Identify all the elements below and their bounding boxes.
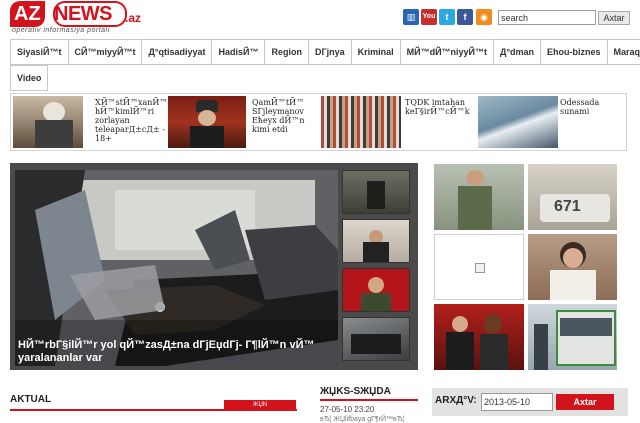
archive-box: ARXД°V: 2013-05-10 Axtar xyxy=(432,388,628,416)
strip-thumb xyxy=(168,96,246,148)
eks-seda-heading: ЖЏKS-SЖЏDA xyxy=(320,386,391,397)
car-wreck-image xyxy=(15,170,338,366)
strip-item[interactable]: QamЙ™tЙ™ SГјleymanov Ећeyx dЙ™n kimi etd… xyxy=(168,96,318,150)
nav-item-dunya[interactable]: DГјnya xyxy=(307,39,352,65)
strip-headline: XЙ™stЙ™xanЙ™dЙ™ hЙ™kimlЙ™ri zorlayan tel… xyxy=(95,98,188,143)
logo-news: NEWS xyxy=(54,3,113,25)
gallery-photo-placeholder[interactable] xyxy=(434,234,524,300)
nav-item-iqtisadiyyat[interactable]: Д°qtisadiyyat xyxy=(141,39,213,65)
eks-seda-date: 27-05-10 23:20 xyxy=(320,405,375,414)
strip-headline: TQDK imtahan keГ§irЙ™cЙ™k xyxy=(405,98,470,116)
strip-item[interactable]: TQDK imtahan keГ§irЙ™cЙ™k xyxy=(321,96,476,150)
archive-date-input[interactable]: 2013-05-10 xyxy=(481,393,553,411)
nav-item-maraqli[interactable]: MaraqlД± xyxy=(606,39,640,65)
gallery-photo[interactable] xyxy=(434,164,524,230)
strip-thumb xyxy=(478,96,558,148)
twitter-icon[interactable]: t xyxy=(439,9,455,25)
gallery-photo[interactable] xyxy=(528,234,617,300)
youtube-icon[interactable]: You xyxy=(421,9,437,25)
logo-tagline: operativ informasiya portalı xyxy=(12,27,111,34)
logo-az: AZ xyxy=(10,1,45,27)
feature-side-thumb[interactable] xyxy=(342,317,410,361)
headline-strip: XЙ™stЙ™xanЙ™dЙ™ hЙ™kimlЙ™ri zorlayan tel… xyxy=(10,93,627,151)
strip-headline: QamЙ™tЙ™ SГјleymanov Ећeyx dЙ™n kimi etd… xyxy=(252,98,305,134)
aktual-heading: AKTUAL xyxy=(10,394,52,405)
nav-item-medeniyyet[interactable]: MЙ™dЙ™niyyЙ™t xyxy=(399,39,495,65)
nav-row-1: SiyasiЙ™t CЙ™miyyЙ™t Д°qtisadiyyat Hadis… xyxy=(10,39,640,65)
eks-seda-subtext[interactable]: вЂ¦ ЖЏlifbaya gГ¶rЙ™вЂ¦ xyxy=(320,416,405,423)
feature-side-thumb[interactable] xyxy=(342,219,410,263)
featured-caption[interactable]: HЙ™rbГ§ilЙ™r yol qЙ™zasД±na dГјЕџdГј- Г¶… xyxy=(18,339,338,365)
gallery-photo[interactable] xyxy=(528,304,617,370)
feature-side-thumb[interactable] xyxy=(342,268,410,312)
featured-story[interactable]: HЙ™rbГ§ilЙ™r yol qЙ™zasД±na dГјЕџdГј- Г¶… xyxy=(10,163,418,370)
main-nav: SiyasiЙ™t CЙ™miyyЙ™t Д°qtisadiyyat Hadis… xyxy=(10,39,640,91)
gallery-photo[interactable] xyxy=(434,304,524,370)
search-input[interactable] xyxy=(498,10,596,25)
eks-seda-divider xyxy=(320,399,418,401)
archive-search-button[interactable]: Axtar xyxy=(556,394,614,410)
facebook-icon[interactable]: f xyxy=(457,9,473,25)
site-logo[interactable]: AZ NEWS .az operativ informasiya portalı xyxy=(10,1,142,35)
logo-domain: .az xyxy=(125,11,142,25)
nav-item-cemiyyet[interactable]: CЙ™miyyЙ™t xyxy=(67,39,143,65)
strip-item[interactable]: XЙ™stЙ™xanЙ™dЙ™ hЙ™kimlЙ™ri zorlayan tel… xyxy=(13,96,188,150)
rss-blue-icon[interactable]: ▥ xyxy=(403,9,419,25)
strip-headline: Odessada sunami xyxy=(560,98,600,116)
strip-item[interactable]: Odessada sunami xyxy=(478,96,626,150)
rss-icon[interactable]: ◉ xyxy=(476,9,492,25)
gallery-photo[interactable]: 671 xyxy=(528,164,617,230)
search-button[interactable]: Axtar xyxy=(598,11,630,25)
archive-label: ARXД°V: xyxy=(435,395,477,406)
nav-item-sou-biznes[interactable]: Ehou-biznes xyxy=(540,39,608,65)
broken-image-icon xyxy=(475,263,485,273)
important-tag[interactable]: ЖЏN ЖЏHЖЏMIYYЖЏTLI xyxy=(224,400,296,410)
featured-image[interactable] xyxy=(15,170,338,366)
nav-item-hadise[interactable]: HadisЙ™ xyxy=(211,39,266,65)
nav-row-2: Video xyxy=(10,65,49,91)
nav-item-video[interactable]: Video xyxy=(10,65,49,91)
nav-item-region[interactable]: Region xyxy=(264,39,309,65)
strip-thumb xyxy=(13,96,83,148)
nav-item-idman[interactable]: Д°dman xyxy=(493,39,542,65)
strip-thumb xyxy=(321,96,401,148)
feature-side-thumb[interactable] xyxy=(342,170,410,214)
nav-item-siyaset[interactable]: SiyasiЙ™t xyxy=(10,39,69,65)
nav-item-kriminal[interactable]: Kriminal xyxy=(350,39,401,65)
